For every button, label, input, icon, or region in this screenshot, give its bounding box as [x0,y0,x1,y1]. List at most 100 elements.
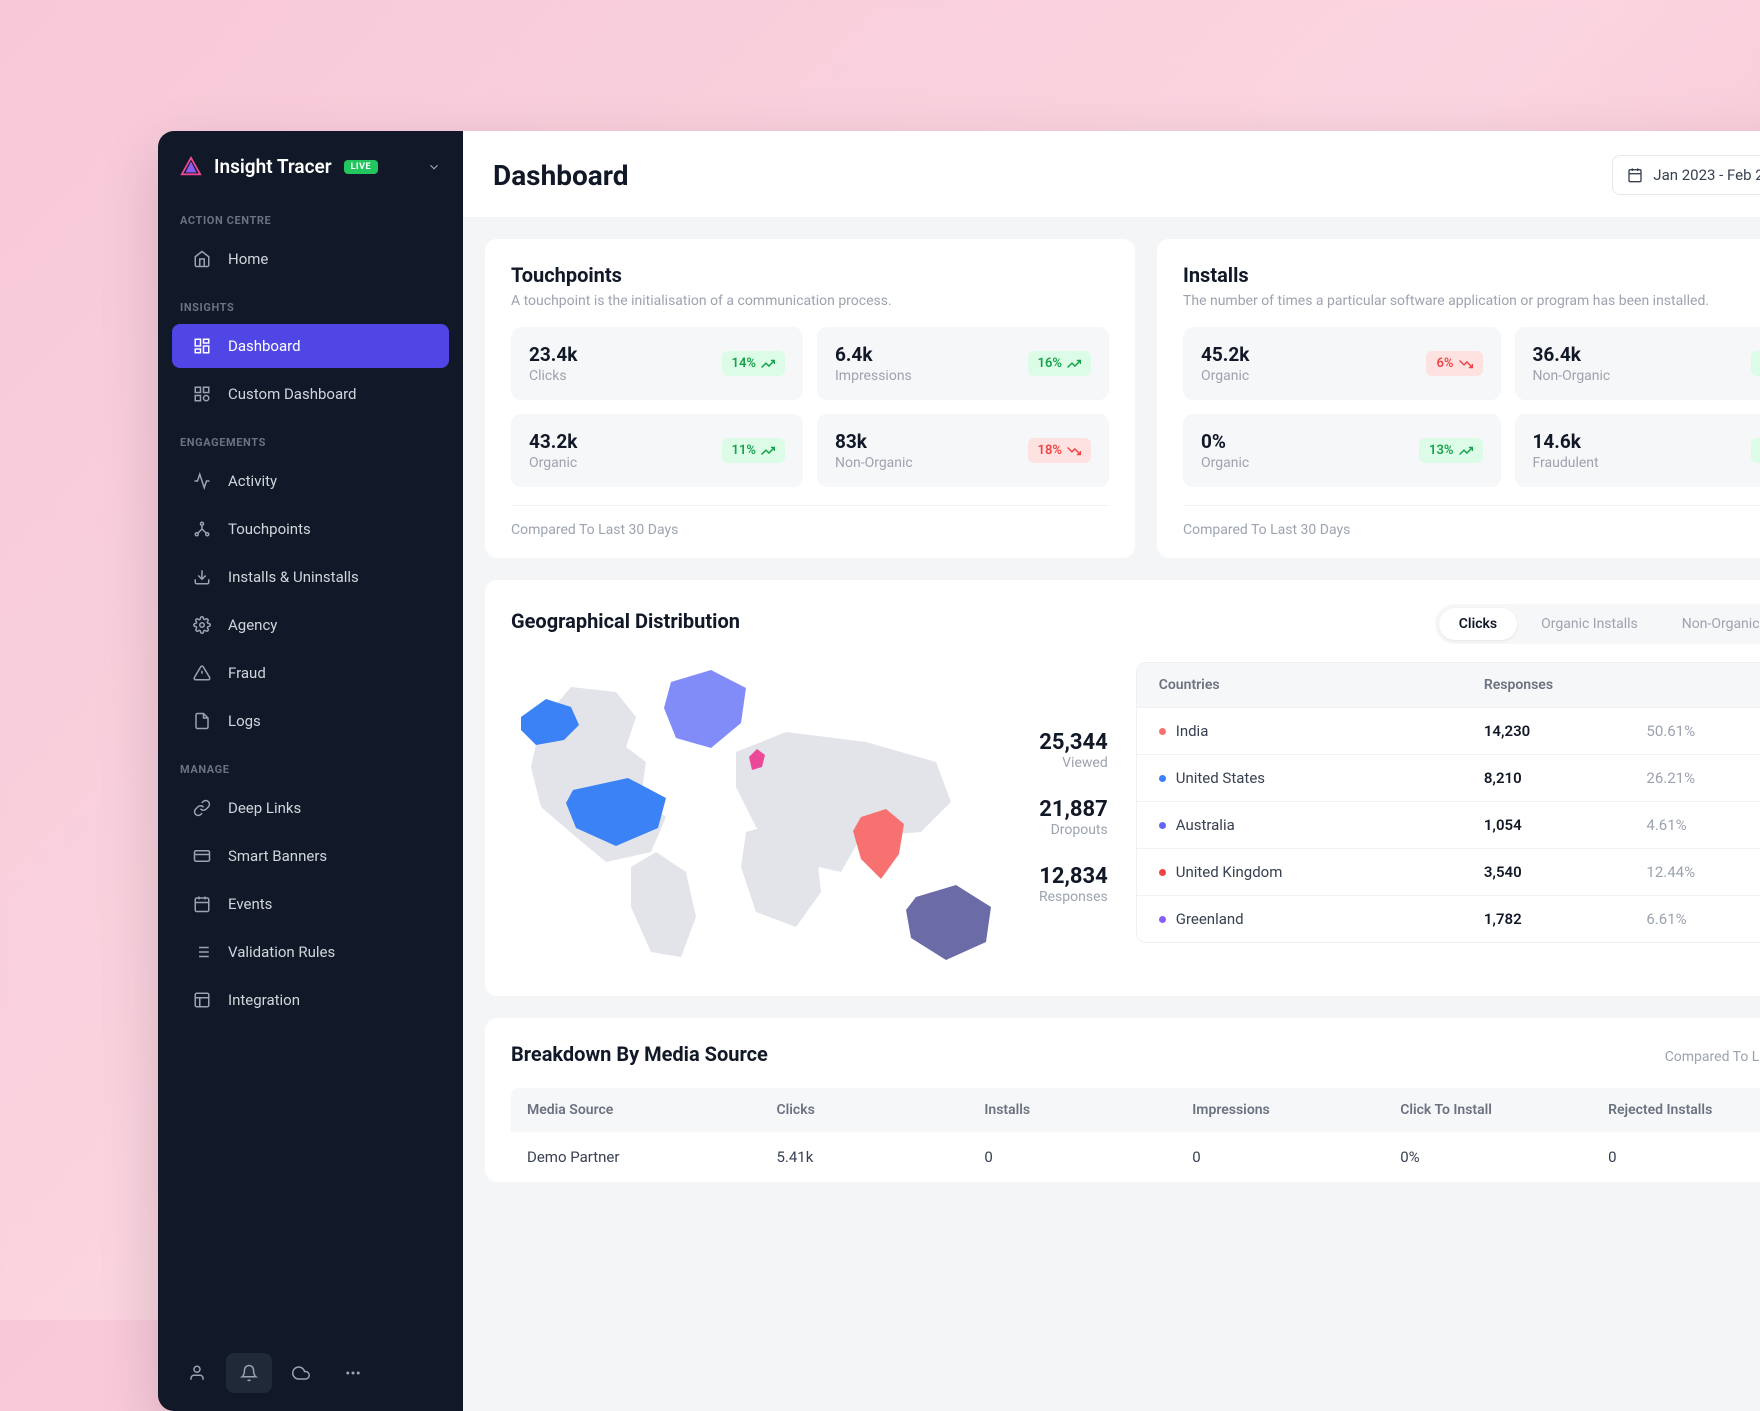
world-map[interactable] [511,662,1011,972]
trend-up-icon [761,444,775,458]
main: Dashboard Jan 2023 - Feb 2023 Touchpoint… [463,131,1760,1411]
section-label-manage: MANAGE [158,745,463,784]
tab-clicks[interactable]: Clicks [1439,608,1517,640]
percent-value: 50.61% [1646,722,1760,740]
stat-card: 23.4k Clicks 14% [511,327,803,400]
brand-logo-icon [180,156,202,178]
table-row[interactable]: United Kingdom 3,540 12.44% [1137,848,1760,895]
trend-down-icon [1067,444,1081,458]
table-row[interactable]: Demo Partner5.41k000%0 [511,1132,1760,1182]
calendar-icon [1627,167,1643,183]
country-name: India [1176,722,1209,740]
sidebar-item-home[interactable]: Home [172,237,449,281]
calendar-icon [192,894,212,914]
delta-value: 11% [732,443,756,458]
responses-value: 14,230 [1484,722,1647,740]
th: Rejected Installs [1608,1102,1760,1118]
sidebar-item-touchpoints[interactable]: Touchpoints [172,507,449,551]
sidebar-item-label: Validation Rules [228,943,335,961]
responses-value: 1,054 [1484,816,1647,834]
metric-label: Responses [1039,889,1108,905]
cloud-button[interactable] [278,1353,324,1393]
metric-value: 12,834 [1039,864,1108,889]
percent-value: 4.61% [1646,816,1760,834]
widgets-icon [192,384,212,404]
table-row[interactable]: India 14,230 50.61% [1137,707,1760,754]
sidebar-item-logs[interactable]: Logs [172,699,449,743]
color-dot [1159,775,1166,782]
stat-label: Impressions [835,368,912,384]
tab-nonorganic-installs[interactable]: Non-Organic Installs [1662,608,1760,640]
delta-value: 16% [1038,356,1062,371]
th: Click To Install [1400,1102,1608,1118]
page-title: Dashboard [493,159,629,192]
color-dot [1159,916,1166,923]
color-dot [1159,728,1166,735]
stat-card: 83k Non-Organic 18% [817,414,1109,487]
sidebar-item-label: Fraud [228,664,266,682]
gear-icon [192,615,212,635]
stat-value: 6.4k [835,343,912,366]
th: Installs [984,1102,1192,1118]
stat-label: Clicks [529,368,577,384]
date-range-label: Jan 2023 - Feb 2023 [1653,166,1760,184]
section-label-engagements: ENGAGEMENTS [158,418,463,457]
sidebar-item-events[interactable]: Events [172,882,449,926]
panel-geo: Geographical Distribution Clicks Organic… [485,580,1760,996]
stat-value: 43.2k [529,430,577,453]
td: 0 [1192,1148,1400,1166]
stat-value: 0% [1201,430,1249,453]
delta-badge: 14% [722,351,785,376]
sidebar-item-label: Activity [228,472,277,490]
tab-organic-installs[interactable]: Organic Installs [1521,608,1658,640]
panel-subtitle: The number of times a particular softwar… [1183,293,1760,309]
dashboard-icon [192,336,212,356]
sidebar-item-dashboard[interactable]: Dashboard [172,324,449,368]
sidebar-item-activity[interactable]: Activity [172,459,449,503]
sidebar-item-custom-dashboard[interactable]: Custom Dashboard [172,372,449,416]
stat-value: 23.4k [529,343,577,366]
percent-value: 26.21% [1646,769,1760,787]
section-label-action-centre: ACTION CENTRE [158,196,463,235]
table-row[interactable]: United States 8,210 26.21% [1137,754,1760,801]
stat-label: Non-Organic [1533,368,1611,384]
responses-value: 1,782 [1484,910,1647,928]
metric-label: Viewed [1039,755,1108,771]
sidebar-item-fraud[interactable]: Fraud [172,651,449,695]
color-dot [1159,869,1166,876]
panel-title: Breakdown By Media Source [511,1042,768,1066]
sidebar-item-smart-banners[interactable]: Smart Banners [172,834,449,878]
sidebar-item-agency[interactable]: Agency [172,603,449,647]
home-icon [192,249,212,269]
th: Clicks [776,1102,984,1118]
compared-label: Compared To Last 30 Days [1665,1049,1760,1065]
user-button[interactable] [174,1353,220,1393]
th: Impressions [1192,1102,1400,1118]
link-icon [192,798,212,818]
sidebar-item-validation-rules[interactable]: Validation Rules [172,930,449,974]
td: 0 [1608,1148,1760,1166]
delta-badge: 16% [1028,351,1091,376]
panel-subtitle: A touchpoint is the initialisation of a … [511,293,1109,309]
delta-value: 14% [732,356,756,371]
brand-selector[interactable]: Insight Tracer LIVE [158,131,463,196]
stat-value: 36.4k [1533,343,1611,366]
table-row[interactable]: Australia 1,054 4.61% [1137,801,1760,848]
file-icon [192,711,212,731]
metric-value: 25,344 [1039,730,1108,755]
notifications-button[interactable] [226,1353,272,1393]
download-icon [192,567,212,587]
sidebar-item-deep-links[interactable]: Deep Links [172,786,449,830]
date-range-picker[interactable]: Jan 2023 - Feb 2023 [1612,155,1760,195]
sidebar-item-label: Dashboard [228,337,301,355]
sidebar-item-integration[interactable]: Integration [172,978,449,1022]
more-button[interactable] [330,1353,376,1393]
sidebar-item-label: Logs [228,712,261,730]
sidebar-item-installs[interactable]: Installs & Uninstalls [172,555,449,599]
metric-value: 21,887 [1039,797,1108,822]
td: Demo Partner [527,1148,776,1166]
stat-card: 6.4k Impressions 16% [817,327,1109,400]
table-row[interactable]: Greenland 1,782 6.61% [1137,895,1760,942]
stat-value: 45.2k [1201,343,1249,366]
td: 5.41k [776,1148,984,1166]
